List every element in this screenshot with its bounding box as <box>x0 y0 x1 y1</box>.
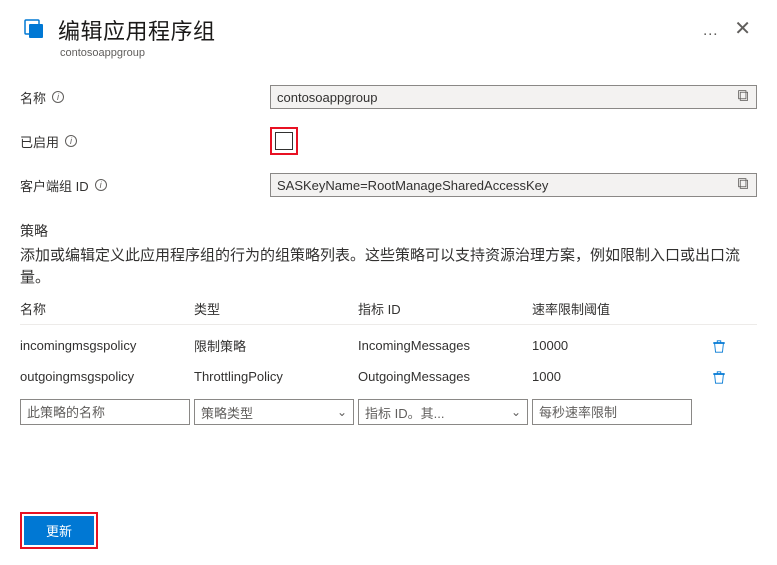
policy-type-select[interactable]: 策略类型 ⌄ <box>194 399 354 425</box>
info-icon[interactable]: i <box>52 91 64 103</box>
label-enabled: 已启用 i <box>20 132 270 151</box>
cell-rate-limit: 1000 <box>532 369 692 384</box>
update-highlight: 更新 <box>20 512 98 549</box>
col-name: 名称 <box>20 299 190 318</box>
app-group-icon <box>20 14 48 42</box>
info-icon[interactable]: i <box>95 179 107 191</box>
label-name: 名称 i <box>20 88 270 107</box>
cell-metric-id: OutgoingMessages <box>358 369 528 384</box>
delete-icon[interactable] <box>696 337 726 353</box>
enabled-checkbox[interactable] <box>275 132 293 150</box>
more-icon[interactable]: … <box>702 14 718 40</box>
policy-metric-placeholder: 指标 ID。其... <box>365 403 444 422</box>
policy-name-input[interactable] <box>20 399 190 425</box>
policies-table: 名称 类型 指标 ID 速率限制阈值 incomingmsgspolicy 限制… <box>20 299 757 426</box>
policies-input-row: 策略类型 ⌄ 指标 ID。其... ⌄ <box>20 399 757 425</box>
cell-rate-limit: 10000 <box>532 338 692 353</box>
policy-type-placeholder: 策略类型 <box>201 403 253 422</box>
policies-header: 名称 类型 指标 ID 速率限制阈值 <box>20 299 757 325</box>
enabled-label-text: 已启用 <box>20 132 59 151</box>
copy-icon[interactable] <box>737 89 750 105</box>
enabled-highlight <box>270 127 298 155</box>
name-input: contosoappgroup <box>270 85 757 109</box>
cell-metric-id: IncomingMessages <box>358 338 528 353</box>
name-value: contosoappgroup <box>277 90 377 105</box>
col-metric-id: 指标 ID <box>358 299 528 318</box>
policies-title: 策略 <box>20 221 757 241</box>
client-group-id-label-text: 客户端组 ID <box>20 176 89 195</box>
page-subtitle: contosoappgroup <box>60 47 686 59</box>
footer: 更新 <box>20 512 98 549</box>
policies-description: 添加或编辑定义此应用程序组的行为的组策略列表。这些策略可以支持资源治理方案，例如… <box>20 245 757 289</box>
copy-icon[interactable] <box>737 177 750 193</box>
page-title: 编辑应用程序组 <box>58 14 686 46</box>
client-group-id-input: SASKeyName=RootManageSharedAccessKey <box>270 173 757 197</box>
close-icon[interactable]: ✕ <box>728 14 757 43</box>
row-enabled: 已启用 i <box>20 127 757 155</box>
update-button[interactable]: 更新 <box>24 516 94 545</box>
chevron-down-icon: ⌄ <box>337 405 347 419</box>
policy-metric-select[interactable]: 指标 ID。其... ⌄ <box>358 399 528 425</box>
row-name: 名称 i contosoappgroup <box>20 85 757 109</box>
name-label-text: 名称 <box>20 88 46 107</box>
title-block: 编辑应用程序组 contosoappgroup <box>58 14 686 59</box>
info-icon[interactable]: i <box>65 135 77 147</box>
header: 编辑应用程序组 contosoappgroup … ✕ <box>20 14 757 59</box>
chevron-down-icon: ⌄ <box>511 405 521 419</box>
table-row: incomingmsgspolicy 限制策略 IncomingMessages… <box>20 329 757 362</box>
label-client-group-id: 客户端组 ID i <box>20 176 270 195</box>
table-row: outgoingmsgspolicy ThrottlingPolicy Outg… <box>20 362 757 392</box>
row-client-group-id: 客户端组 ID i SASKeyName=RootManageSharedAcc… <box>20 173 757 197</box>
client-group-id-value: SASKeyName=RootManageSharedAccessKey <box>277 178 548 193</box>
col-rate-limit: 速率限制阈值 <box>532 299 692 318</box>
cell-name: incomingmsgspolicy <box>20 338 190 353</box>
policy-rate-input[interactable] <box>532 399 692 425</box>
policies-section: 策略 添加或编辑定义此应用程序组的行为的组策略列表。这些策略可以支持资源治理方案… <box>20 221 757 425</box>
cell-name: outgoingmsgspolicy <box>20 369 190 384</box>
cell-type: 限制策略 <box>194 336 354 355</box>
cell-type: ThrottlingPolicy <box>194 369 354 384</box>
col-type: 类型 <box>194 299 354 318</box>
delete-icon[interactable] <box>696 369 726 385</box>
